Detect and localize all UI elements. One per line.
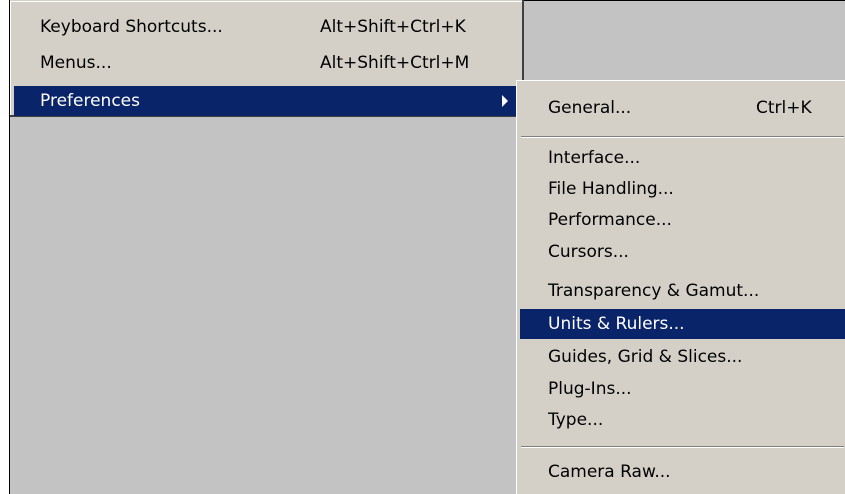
menu-item-label: Preferences xyxy=(40,91,140,111)
submenu-item-plug-ins[interactable]: Plug-Ins... xyxy=(520,374,845,404)
submenu-item-shortcut: Ctrl+K xyxy=(756,98,812,118)
background-strip xyxy=(524,0,845,81)
submenu-item-label: Units & Rulers... xyxy=(548,314,685,334)
menu-item-label: Menus... xyxy=(40,53,112,73)
submenu-item-label: Camera Raw... xyxy=(548,462,671,482)
submenu-item-camera-raw[interactable]: Camera Raw... xyxy=(520,457,845,487)
submenu-item-type[interactable]: Type... xyxy=(520,405,845,435)
submenu-item-label: Guides, Grid & Slices... xyxy=(548,347,743,367)
submenu-item-label: General... xyxy=(548,98,632,118)
submenu-item-label: File Handling... xyxy=(548,179,674,199)
menu-item-shortcut: Alt+Shift+Ctrl+M xyxy=(320,53,470,73)
submenu-item-cursors[interactable]: Cursors... xyxy=(520,237,845,267)
submenu-item-label: Plug-Ins... xyxy=(548,379,632,399)
submenu-item-interface[interactable]: Interface... xyxy=(520,143,845,173)
menu-item-preferences[interactable]: Preferences xyxy=(14,86,518,116)
menu-item-label: Keyboard Shortcuts... xyxy=(40,17,223,37)
submenu-item-label: Performance... xyxy=(548,210,672,230)
edit-menu-dropdown: Keyboard Shortcuts... Alt+Shift+Ctrl+K M… xyxy=(10,0,524,117)
menu-separator xyxy=(521,136,844,138)
submenu-item-performance[interactable]: Performance... xyxy=(520,205,845,235)
menu-item-keyboard-shortcuts[interactable]: Keyboard Shortcuts... Alt+Shift+Ctrl+K xyxy=(14,12,518,42)
submenu-item-label: Type... xyxy=(548,410,604,430)
submenu-arrow-icon xyxy=(502,95,508,107)
submenu-item-file-handling[interactable]: File Handling... xyxy=(520,174,845,204)
menu-item-shortcut: Alt+Shift+Ctrl+K xyxy=(320,17,466,37)
menu-item-menus[interactable]: Menus... Alt+Shift+Ctrl+M xyxy=(14,48,518,78)
application-background: Keyboard Shortcuts... Alt+Shift+Ctrl+K M… xyxy=(9,0,845,494)
submenu-item-transparency-gamut[interactable]: Transparency & Gamut... xyxy=(520,276,845,306)
preferences-submenu: General... Ctrl+K Interface... File Hand… xyxy=(516,80,845,494)
submenu-item-label: Cursors... xyxy=(548,242,629,262)
submenu-item-label: Transparency & Gamut... xyxy=(548,281,760,301)
submenu-item-label: Interface... xyxy=(548,148,641,168)
submenu-item-guides-grid-slices[interactable]: Guides, Grid & Slices... xyxy=(520,342,845,372)
submenu-item-general[interactable]: General... Ctrl+K xyxy=(520,93,845,123)
menu-separator xyxy=(521,446,844,448)
submenu-item-units-rulers[interactable]: Units & Rulers... xyxy=(520,309,845,339)
